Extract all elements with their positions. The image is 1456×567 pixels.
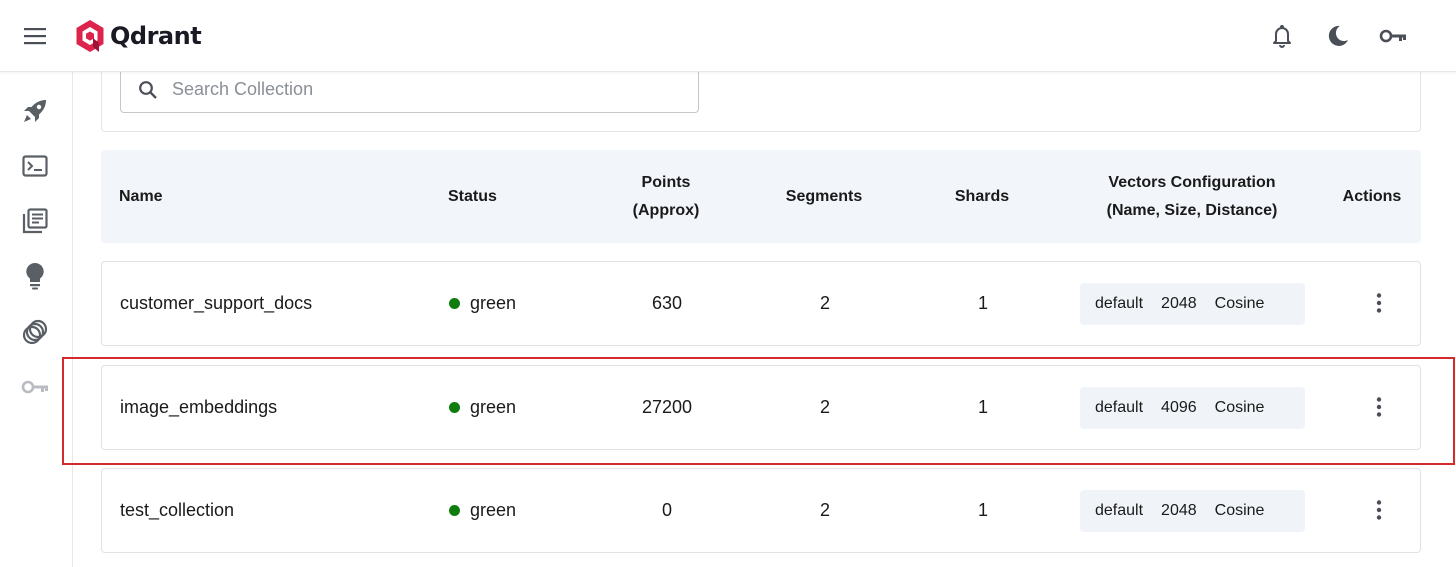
header-shards[interactable]: Shards (912, 150, 1052, 243)
status-dot (449, 402, 460, 413)
top-app-bar: Qdrant (0, 0, 1456, 72)
points-cell: 0 (661, 500, 672, 520)
search-input[interactable] (170, 78, 670, 101)
brand-name: Qdrant (110, 22, 202, 50)
more-actions-icon[interactable] (1364, 392, 1394, 422)
vector-distance: Cosine (1214, 295, 1265, 312)
header-name[interactable]: Name (119, 150, 319, 243)
status-cell: green (449, 469, 589, 552)
points-cell: 630 (651, 293, 683, 313)
status-text: green (470, 293, 517, 313)
header-vectors-line1: Vectors Configuration (1108, 173, 1276, 191)
segments-cell: 2 (819, 397, 830, 417)
vectors-config-chip: default 2048 Cosine (1080, 490, 1305, 532)
vector-name: default (1095, 502, 1144, 519)
bell-icon[interactable] (1266, 20, 1298, 52)
terminal-icon[interactable] (19, 150, 51, 182)
status-text: green (470, 500, 517, 520)
segments-cell: 2 (819, 500, 830, 520)
status-text: green (470, 397, 517, 417)
rocket-icon[interactable] (19, 95, 51, 127)
vectors-config-chip: default 2048 Cosine (1080, 283, 1305, 325)
header-vectors-line2: (Name, Size, Distance) (1106, 201, 1278, 219)
points-cell: 27200 (641, 397, 693, 417)
table-row[interactable]: test_collection green 0 2 1 default 2048… (101, 468, 1421, 553)
vector-size: 2048 (1161, 295, 1197, 312)
header-actions: Actions (1342, 187, 1402, 205)
more-actions-icon[interactable] (1364, 495, 1394, 525)
qdrant-logo-icon (76, 20, 104, 52)
segments-cell: 2 (819, 293, 830, 313)
header-vectors[interactable]: Vectors Configuration (Name, Size, Dista… (1081, 150, 1303, 243)
header-segments[interactable]: Segments (754, 150, 894, 243)
table-row[interactable]: customer_support_docs green 630 2 1 defa… (101, 261, 1421, 346)
table-header: Name Status Points (Approx) Segments Sha… (101, 150, 1421, 243)
status-dot (449, 505, 460, 516)
vector-name: default (1095, 399, 1144, 416)
header-points-line2: (Approx) (632, 201, 700, 219)
moon-icon[interactable] (1322, 20, 1354, 52)
shards-cell: 1 (977, 293, 988, 313)
search-icon (138, 80, 158, 100)
collection-name[interactable]: image_embeddings (120, 366, 440, 449)
vector-name: default (1095, 295, 1144, 312)
lightbulb-icon[interactable] (19, 260, 51, 292)
status-dot (449, 298, 460, 309)
vector-size: 4096 (1161, 399, 1197, 416)
more-actions-icon[interactable] (1364, 288, 1394, 318)
search-field[interactable] (120, 66, 699, 113)
header-points-line1: Points (641, 173, 691, 191)
vector-size: 2048 (1161, 502, 1197, 519)
table-row[interactable]: image_embeddings green 27200 2 1 default… (101, 365, 1421, 450)
vector-distance: Cosine (1214, 502, 1265, 519)
header-status[interactable]: Status (448, 150, 568, 243)
menu-icon[interactable] (20, 22, 50, 50)
status-cell: green (449, 262, 589, 345)
collection-name[interactable]: customer_support_docs (120, 262, 440, 345)
sidebar (0, 72, 73, 567)
collections-icon[interactable] (19, 205, 51, 237)
collection-name[interactable]: test_collection (120, 469, 440, 552)
vector-distance: Cosine (1214, 399, 1265, 416)
shards-cell: 1 (977, 397, 988, 417)
key-icon[interactable] (1377, 20, 1409, 52)
status-cell: green (449, 366, 589, 449)
header-points[interactable]: Points (Approx) (596, 150, 736, 243)
qdrant-logo[interactable]: Qdrant (75, 18, 202, 54)
datasets-icon[interactable] (19, 316, 51, 348)
vectors-config-chip: default 4096 Cosine (1080, 387, 1305, 429)
shards-cell: 1 (977, 500, 988, 520)
key-icon[interactable] (19, 371, 51, 403)
